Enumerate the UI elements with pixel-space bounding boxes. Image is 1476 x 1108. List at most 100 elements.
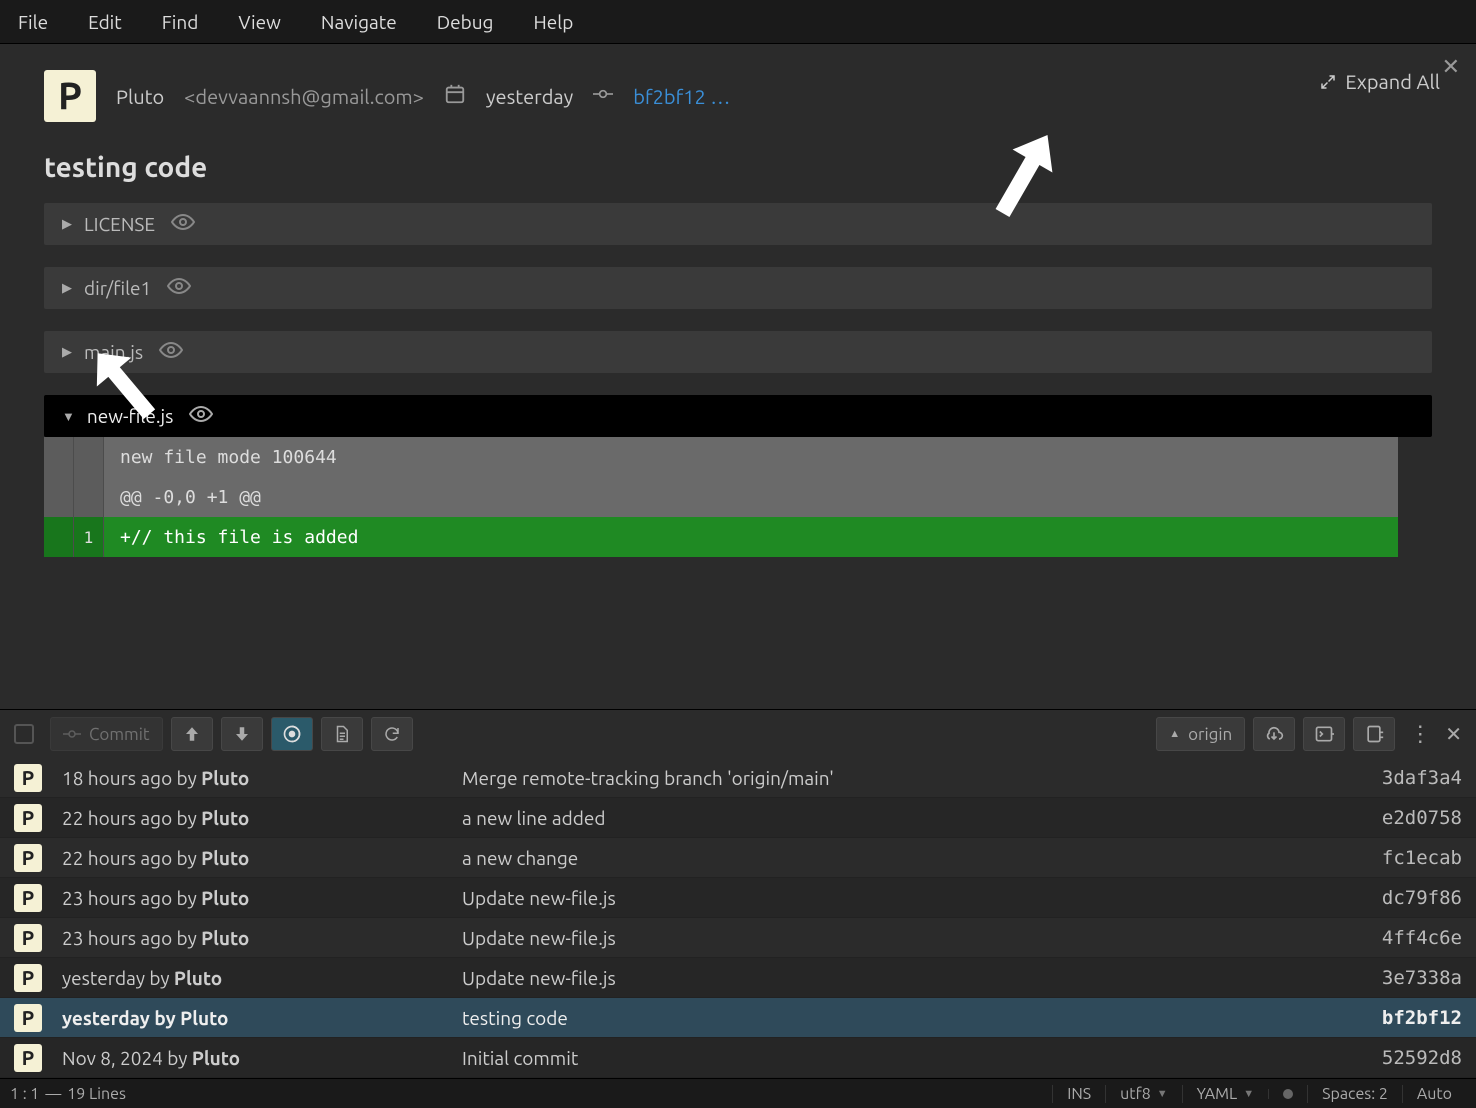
file-row-mainjs[interactable]: ▶ main.js <box>44 331 1432 373</box>
diff-added-content: +// this file is added <box>104 527 358 548</box>
insert-mode[interactable]: INS <box>1052 1085 1105 1103</box>
diff-gutter-new <box>74 477 104 517</box>
file-icon <box>333 725 351 743</box>
file-name: LICENSE <box>84 213 155 235</box>
diff-view: new file mode 100644 @@ -0,0 +1 @@ 1 +//… <box>44 437 1398 557</box>
settings-button[interactable] <box>1353 717 1395 751</box>
status-dot-icon <box>1283 1089 1293 1099</box>
author-avatar: P <box>14 804 42 832</box>
file-row-dirfile1[interactable]: ▶ dir/file1 <box>44 267 1432 309</box>
history-row[interactable]: P22 hours ago by Plutoa new changefc1eca… <box>0 838 1476 878</box>
author-avatar: P <box>14 1004 42 1032</box>
cursor-position[interactable]: 1 : 1 — 19 Lines <box>10 1085 140 1103</box>
commit-header: P Pluto <devvaannsh@gmail.com> yesterday… <box>44 70 1466 122</box>
author-avatar: P <box>44 70 96 122</box>
chevron-right-icon: ▶ <box>62 345 72 360</box>
history-row[interactable]: P23 hours ago by PlutoUpdate new-file.js… <box>0 878 1476 918</box>
commit-hash: 4ff4c6e <box>1382 927 1462 949</box>
refresh-button[interactable] <box>371 717 413 751</box>
status-bar: 1 : 1 — 19 Lines INS utf8 ▼ YAML ▼ Space… <box>0 1078 1476 1108</box>
commit-when: yesterday by Pluto <box>62 1007 442 1029</box>
history-list: P18 hours ago by PlutoMerge remote-track… <box>0 758 1476 1078</box>
menu-find[interactable]: Find <box>142 3 219 41</box>
indent-selector[interactable]: Spaces: 2 <box>1307 1085 1402 1103</box>
status-dash: — <box>45 1085 61 1103</box>
auto-indicator[interactable]: Auto <box>1402 1085 1466 1103</box>
commit-message: Update new-file.js <box>462 967 1362 989</box>
commit-message: Update new-file.js <box>462 887 1362 909</box>
commit-message: Update new-file.js <box>462 927 1362 949</box>
expand-all-button[interactable]: Expand All <box>1319 70 1440 93</box>
origin-dropdown[interactable]: ▲ origin <box>1156 717 1245 751</box>
commit-message: Initial commit <box>462 1047 1362 1069</box>
commit-hash: 3daf3a4 <box>1382 767 1462 789</box>
history-row[interactable]: P18 hours ago by PlutoMerge remote-track… <box>0 758 1476 798</box>
language-text: YAML <box>1197 1085 1238 1103</box>
history-panel: Commit ▲ origin ⋮ ✕ <box>0 709 1476 1078</box>
close-history-button[interactable]: ✕ <box>1445 722 1462 746</box>
pull-button[interactable] <box>221 717 263 751</box>
terminal-button[interactable] <box>1303 717 1345 751</box>
commit-hash: dc79f86 <box>1382 887 1462 909</box>
file-name: dir/file1 <box>84 277 151 299</box>
history-row[interactable]: P Nov 8, 2024 by Pluto Initial commit 52592… <box>0 1038 1476 1078</box>
commit-message: testing code <box>462 1007 1362 1029</box>
menu-edit[interactable]: Edit <box>68 3 142 41</box>
file-row-license[interactable]: ▶ LICENSE <box>44 203 1432 245</box>
diff-hunk-header: @@ -0,0 +1 @@ <box>104 487 261 508</box>
file-name: main.js <box>84 341 143 363</box>
expand-icon <box>1319 73 1337 91</box>
commit-hash: fc1ecab <box>1382 847 1462 869</box>
menu-debug[interactable]: Debug <box>417 3 514 41</box>
diff-gutter-new <box>74 437 104 477</box>
author-avatar: P <box>14 1044 42 1072</box>
commit-hash-link[interactable]: bf2bf12 … <box>633 85 730 108</box>
more-menu-button[interactable]: ⋮ <box>1409 721 1431 747</box>
expand-all-label: Expand All <box>1345 70 1440 93</box>
eye-icon[interactable] <box>167 274 191 302</box>
encoding-selector[interactable]: utf8 ▼ <box>1105 1085 1181 1103</box>
history-row[interactable]: P23 hours ago by PlutoUpdate new-file.js… <box>0 918 1476 958</box>
commit-detail-panel: ✕ P Pluto <devvaannsh@gmail.com> yesterd… <box>0 44 1476 709</box>
cloud-download-icon <box>1264 724 1284 744</box>
chevron-down-icon: ▼ <box>1243 1088 1254 1100</box>
calendar-icon <box>444 83 466 109</box>
arrow-down-icon <box>233 725 251 743</box>
diff-gutter-new: 1 <box>74 517 104 557</box>
history-row[interactable]: Pyesterday by Pluto testing code bf2bf12 <box>0 998 1476 1038</box>
menu-view[interactable]: View <box>218 3 301 41</box>
eye-icon[interactable] <box>189 402 213 430</box>
push-button[interactable] <box>171 717 213 751</box>
language-selector[interactable]: YAML ▼ <box>1182 1085 1268 1103</box>
branch-button[interactable] <box>271 717 313 751</box>
changed-files-list: ▶ LICENSE ▶ dir/file1 ▶ main.js ▼ new-fi… <box>44 203 1432 557</box>
history-row[interactable]: P22 hours ago by Plutoa new line addede2… <box>0 798 1476 838</box>
chevron-right-icon: ▶ <box>62 281 72 296</box>
arrow-up-icon <box>183 725 201 743</box>
commit-when: 23 hours ago by Pluto <box>62 887 442 909</box>
commit-hash: 52592d8 <box>1382 1047 1462 1069</box>
commit-button[interactable]: Commit <box>50 717 163 751</box>
status-indicator[interactable] <box>1268 1089 1307 1099</box>
eye-icon[interactable] <box>159 338 183 366</box>
menu-help[interactable]: Help <box>513 3 593 41</box>
file-row-newfilejs[interactable]: ▼ new-file.js <box>44 395 1432 437</box>
encoding-text: utf8 <box>1120 1085 1151 1103</box>
eye-icon[interactable] <box>171 210 195 238</box>
commit-when: yesterday by Pluto <box>62 967 442 989</box>
terminal-icon <box>1314 724 1334 744</box>
diff-line-added: 1 +// this file is added <box>44 517 1398 557</box>
menu-navigate[interactable]: Navigate <box>301 3 417 41</box>
commit-message: a new line added <box>462 807 1362 829</box>
commit-date: yesterday <box>486 85 573 108</box>
file-button[interactable] <box>321 717 363 751</box>
commit-hash-icon <box>593 84 613 108</box>
history-row[interactable]: Pyesterday by PlutoUpdate new-file.js3e7… <box>0 958 1476 998</box>
menu-file[interactable]: File <box>4 3 68 41</box>
origin-label: origin <box>1188 725 1232 744</box>
author-avatar: P <box>14 964 42 992</box>
commit-hash: bf2bf12 <box>1382 1007 1462 1029</box>
select-all-checkbox[interactable] <box>14 724 34 744</box>
commit-when: Nov 8, 2024 by Pluto <box>62 1047 442 1069</box>
fetch-button[interactable] <box>1253 717 1295 751</box>
